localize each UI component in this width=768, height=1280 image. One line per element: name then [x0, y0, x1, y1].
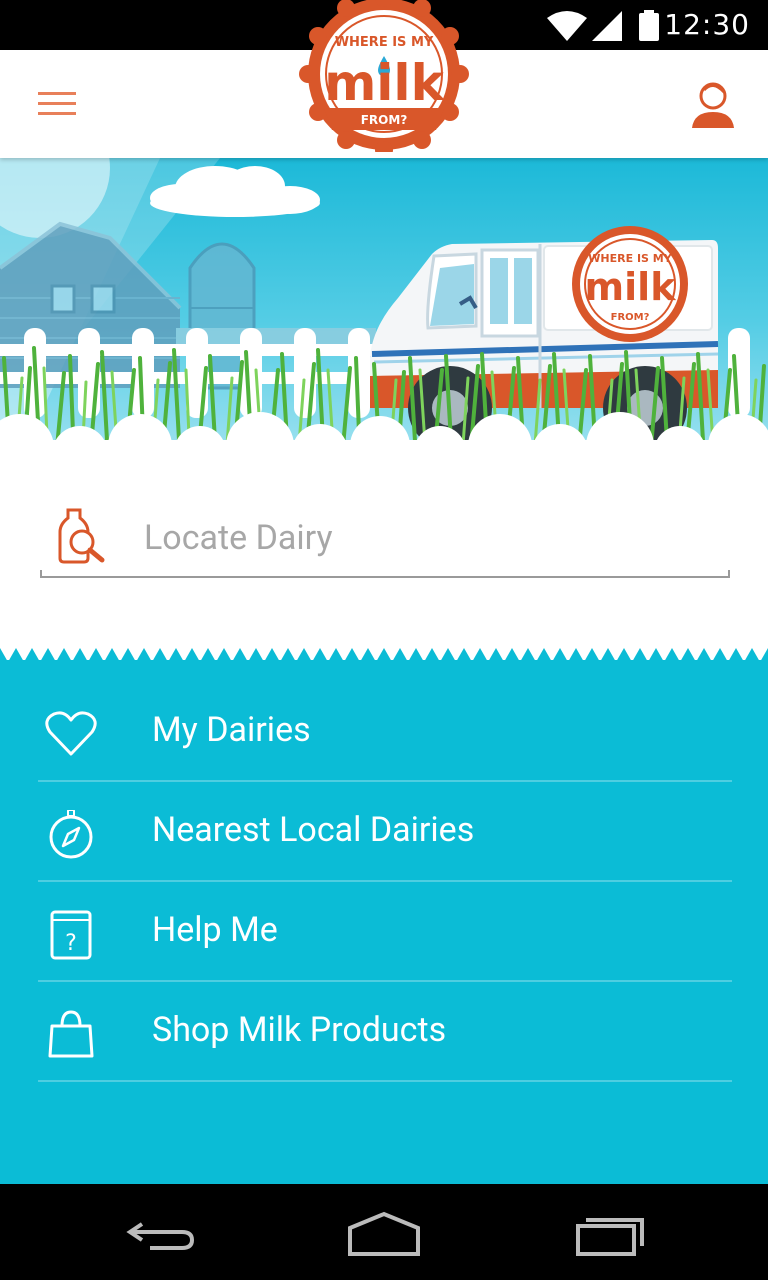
- menu-item-label: Nearest Local Dairies: [152, 810, 475, 850]
- battery-icon: [639, 10, 659, 41]
- menu-item-label: Shop Milk Products: [152, 1010, 447, 1050]
- logo-main-text: milk: [324, 54, 445, 112]
- truck-logo-bottom-text: FROM?: [611, 312, 650, 323]
- hamburger-menu-icon: [38, 92, 76, 115]
- menu-list: My Dairies Nearest Local Dairies ? Help …: [38, 682, 732, 1082]
- status-time: 12:30: [664, 8, 750, 41]
- shopping-bag-icon: [48, 1010, 94, 1058]
- main-menu-panel: My Dairies Nearest Local Dairies ? Help …: [0, 648, 768, 1184]
- menu-item-label: My Dairies: [152, 710, 311, 750]
- menu-item-label: Help Me: [152, 910, 278, 950]
- hero-illustration: WHERE IS MY milk FROM?: [0, 158, 768, 458]
- where-is-my-milk-logo: WHERE IS MY milk FROM?: [299, 0, 469, 152]
- wifi-icon: [547, 11, 587, 41]
- compass-icon: [49, 810, 93, 859]
- menu-item-nearest-local-dairies[interactable]: Nearest Local Dairies: [38, 782, 732, 882]
- help-book-icon: ?: [50, 910, 92, 960]
- truck-logo-main-text: milk: [585, 265, 677, 309]
- logo-top-text: WHERE IS MY: [335, 35, 434, 50]
- user-profile-icon: [692, 82, 734, 128]
- menu-item-my-dairies[interactable]: My Dairies: [38, 682, 732, 782]
- farm-scene-illustration: WHERE IS MY milk FROM?: [0, 158, 768, 458]
- home-icon[interactable]: [344, 1208, 424, 1260]
- system-nav-bar: [0, 1184, 768, 1280]
- heart-icon: [45, 711, 97, 756]
- menu-item-help-me[interactable]: ? Help Me: [38, 882, 732, 982]
- zigzag-edge: [0, 648, 768, 662]
- back-icon[interactable]: [120, 1208, 200, 1260]
- profile-button[interactable]: [688, 78, 738, 132]
- milk-bottle-search-icon: [58, 508, 105, 564]
- hamburger-menu-button[interactable]: [30, 82, 86, 126]
- locate-dairy-search: [40, 500, 730, 578]
- truck-logo-top-text: WHERE IS MY: [588, 252, 672, 265]
- signal-icon: [592, 11, 622, 41]
- locate-dairy-input[interactable]: [144, 514, 704, 562]
- recents-icon[interactable]: [572, 1208, 652, 1260]
- menu-item-shop-milk-products[interactable]: Shop Milk Products: [38, 982, 732, 1082]
- svg-text:?: ?: [65, 931, 77, 956]
- truck-logo: WHERE IS MY milk FROM?: [572, 226, 688, 342]
- logo-bottom-text: FROM?: [361, 113, 408, 127]
